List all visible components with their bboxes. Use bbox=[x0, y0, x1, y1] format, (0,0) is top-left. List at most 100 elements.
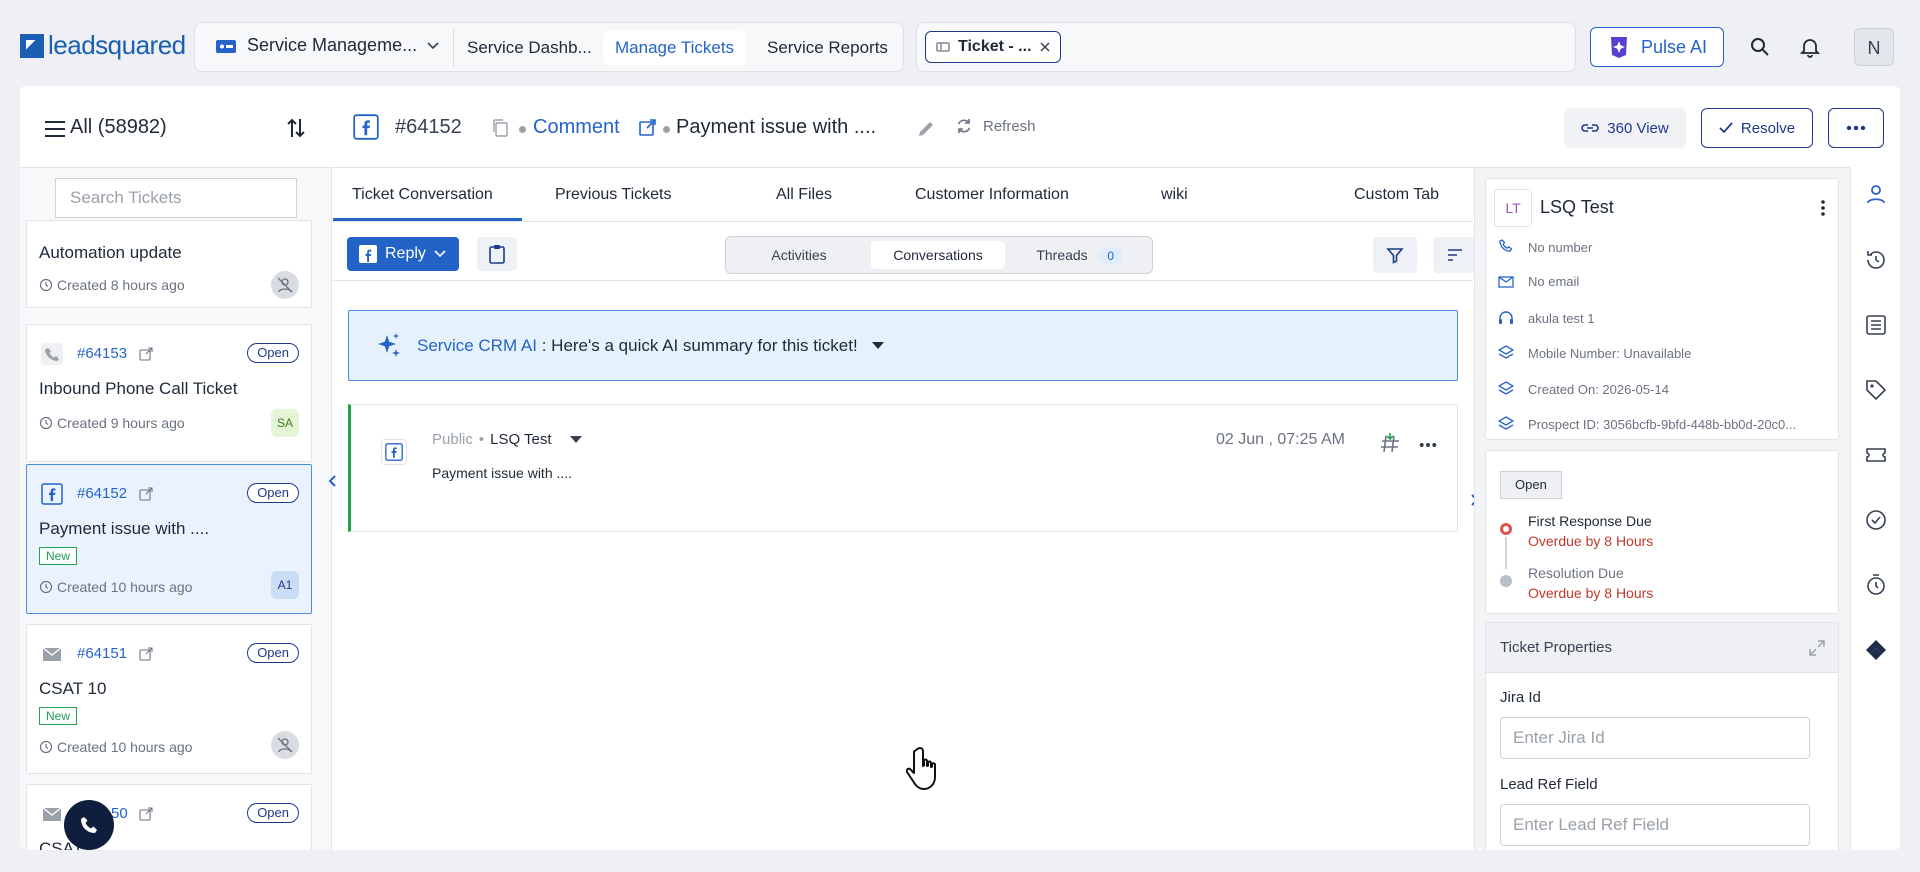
expand-icon[interactable] bbox=[1808, 639, 1826, 657]
reply-button[interactable]: Reply bbox=[347, 237, 459, 271]
lead-ref-field-label: Lead Ref Field bbox=[1500, 776, 1598, 793]
caret-down-icon[interactable] bbox=[569, 435, 582, 444]
sort-icon[interactable] bbox=[286, 116, 306, 140]
ticket-properties-title: Ticket Properties bbox=[1500, 639, 1612, 656]
separator-dot bbox=[519, 126, 526, 133]
resolve-button[interactable]: Resolve bbox=[1701, 108, 1813, 148]
ticket-card-title: Inbound Phone Call Ticket bbox=[39, 379, 238, 398]
360-view-button[interactable]: 360 View bbox=[1564, 108, 1686, 148]
search-icon[interactable] bbox=[1748, 35, 1772, 59]
bell-icon[interactable] bbox=[1798, 35, 1822, 59]
sparkle-icon bbox=[1610, 37, 1627, 58]
contact-prospect-id: Prospect ID: 3056bcfb-9bfd-448b-bb0d-20c… bbox=[1498, 416, 1838, 432]
brand-logo[interactable]: leadsquared bbox=[20, 30, 186, 61]
sla-timeline-line bbox=[1505, 537, 1507, 569]
ticket-card-id[interactable]: #64153 bbox=[77, 345, 127, 362]
edit-pencil-icon[interactable] bbox=[917, 120, 935, 138]
user-profile-icon[interactable] bbox=[1864, 182, 1888, 206]
ticket-card[interactable]: Automation update Created 8 hours ago bbox=[26, 220, 312, 308]
lead-ref-field-input[interactable] bbox=[1500, 804, 1810, 846]
message-body: Payment issue with .... bbox=[432, 465, 573, 481]
sla-card: Open First Response Due Overdue by 8 Hou… bbox=[1485, 450, 1839, 614]
tab-ticket-conversation[interactable]: Ticket Conversation bbox=[352, 186, 493, 204]
refresh-label: Refresh bbox=[983, 117, 1036, 135]
close-icon[interactable] bbox=[1039, 42, 1050, 52]
nav-tab-service-dashboard[interactable]: Service Dashb... bbox=[455, 31, 604, 65]
pulse-ai-button[interactable]: Pulse AI bbox=[1590, 27, 1724, 67]
tab-custom-tab[interactable]: Custom Tab bbox=[1354, 186, 1439, 204]
channel-link[interactable]: Comment bbox=[533, 116, 620, 139]
collapse-left-icon[interactable] bbox=[324, 472, 342, 490]
external-link-icon[interactable] bbox=[139, 347, 153, 361]
history-icon[interactable] bbox=[1864, 248, 1888, 272]
segment-threads[interactable]: Threads 0 bbox=[1012, 241, 1146, 269]
timer-icon[interactable] bbox=[1864, 573, 1888, 597]
reply-label: Reply bbox=[385, 245, 426, 262]
nav-divider bbox=[453, 29, 454, 67]
email-icon bbox=[42, 807, 62, 821]
ai-summary-banner[interactable]: Service CRM AI : Here's a quick AI summa… bbox=[348, 310, 1458, 381]
ticket-card[interactable]: #64151 Open CSAT 10 New Created 10 hours… bbox=[26, 624, 312, 774]
nav-tab-manage-tickets[interactable]: Manage Tickets bbox=[603, 31, 747, 65]
ticket-icon[interactable] bbox=[1864, 443, 1888, 467]
logo-mark-icon bbox=[20, 33, 44, 58]
nav-tab-service-reports[interactable]: Service Reports bbox=[755, 31, 900, 65]
contact-name[interactable]: LSQ Test bbox=[1540, 197, 1614, 218]
tab-customer-information[interactable]: Customer Information bbox=[915, 186, 1069, 204]
clipboard-button[interactable] bbox=[477, 237, 517, 271]
ticket-card-created: Created 10 hours ago bbox=[39, 739, 192, 755]
tab-previous-tickets[interactable]: Previous Tickets bbox=[555, 186, 671, 204]
open-ticket-tab[interactable]: Ticket - ... bbox=[925, 31, 1061, 63]
avatar: SA bbox=[271, 409, 299, 437]
jira-id-input[interactable] bbox=[1500, 717, 1810, 759]
external-link-icon[interactable] bbox=[139, 807, 153, 821]
external-link-icon[interactable] bbox=[139, 647, 153, 661]
chevron-down-icon[interactable] bbox=[434, 250, 446, 258]
refresh-button[interactable]: Refresh bbox=[955, 117, 1036, 135]
clock-icon bbox=[39, 740, 53, 754]
jira-icon[interactable] bbox=[1864, 638, 1888, 662]
ticket-list-header: All (58982) bbox=[20, 86, 332, 168]
external-link-icon[interactable] bbox=[139, 487, 153, 501]
ticket-list-title[interactable]: All (58982) bbox=[70, 116, 167, 139]
ticket-properties-header: Ticket Properties bbox=[1486, 623, 1838, 673]
ticket-status-chip[interactable]: Open bbox=[1500, 471, 1562, 499]
more-vertical-icon[interactable] bbox=[1820, 199, 1826, 217]
ticket-card-selected[interactable]: #64152 Open Payment issue with .... New … bbox=[26, 464, 312, 614]
ticket-card-id[interactable]: #64152 bbox=[77, 485, 127, 502]
contact-mobile: Mobile Number: Unavailable bbox=[1498, 345, 1838, 361]
filter-button[interactable] bbox=[1373, 237, 1417, 273]
copy-icon[interactable] bbox=[491, 118, 509, 138]
segment-activities[interactable]: Activities bbox=[734, 241, 864, 269]
conversation-filter-segment: Activities Conversations Threads 0 bbox=[725, 236, 1153, 274]
hash-tag-icon[interactable] bbox=[1379, 432, 1401, 454]
segment-conversations[interactable]: Conversations bbox=[871, 241, 1005, 269]
ticket-card[interactable]: #64153 Open Inbound Phone Call Ticket Cr… bbox=[26, 324, 312, 462]
menu-icon[interactable] bbox=[44, 120, 66, 138]
check-circle-icon[interactable] bbox=[1864, 508, 1888, 532]
external-link-icon[interactable] bbox=[639, 118, 657, 136]
contact-agent: akula test 1 bbox=[1498, 310, 1838, 326]
more-horizontal-icon[interactable] bbox=[1419, 442, 1437, 448]
list-details-icon[interactable] bbox=[1864, 313, 1888, 337]
sort-button[interactable] bbox=[1433, 237, 1477, 273]
user-avatar[interactable]: N bbox=[1854, 28, 1894, 66]
contact-email: No email bbox=[1498, 274, 1838, 289]
caret-down-icon[interactable] bbox=[871, 341, 884, 350]
tab-all-files[interactable]: All Files bbox=[776, 186, 832, 204]
phone-dialer-button[interactable] bbox=[64, 800, 114, 850]
conversation-toolbar: Reply Activities Conversations Threads 0 bbox=[333, 223, 1477, 281]
clock-icon bbox=[39, 278, 53, 292]
tab-wiki[interactable]: wiki bbox=[1161, 186, 1188, 204]
message-header: Public • LSQ Test bbox=[432, 431, 582, 448]
app-switcher[interactable]: Service Manageme... bbox=[215, 35, 439, 56]
more-actions-button[interactable] bbox=[1828, 108, 1884, 148]
sla-pending-dot-icon bbox=[1500, 575, 1512, 587]
refresh-icon bbox=[957, 119, 971, 133]
search-tickets-input[interactable] bbox=[55, 178, 297, 218]
top-bar: leadsquared Service Manageme... Service … bbox=[0, 0, 1920, 86]
layers-icon bbox=[1498, 381, 1514, 395]
phone-icon bbox=[81, 817, 97, 833]
ticket-card-id[interactable]: #64151 bbox=[77, 645, 127, 662]
tag-icon[interactable] bbox=[1864, 378, 1888, 402]
